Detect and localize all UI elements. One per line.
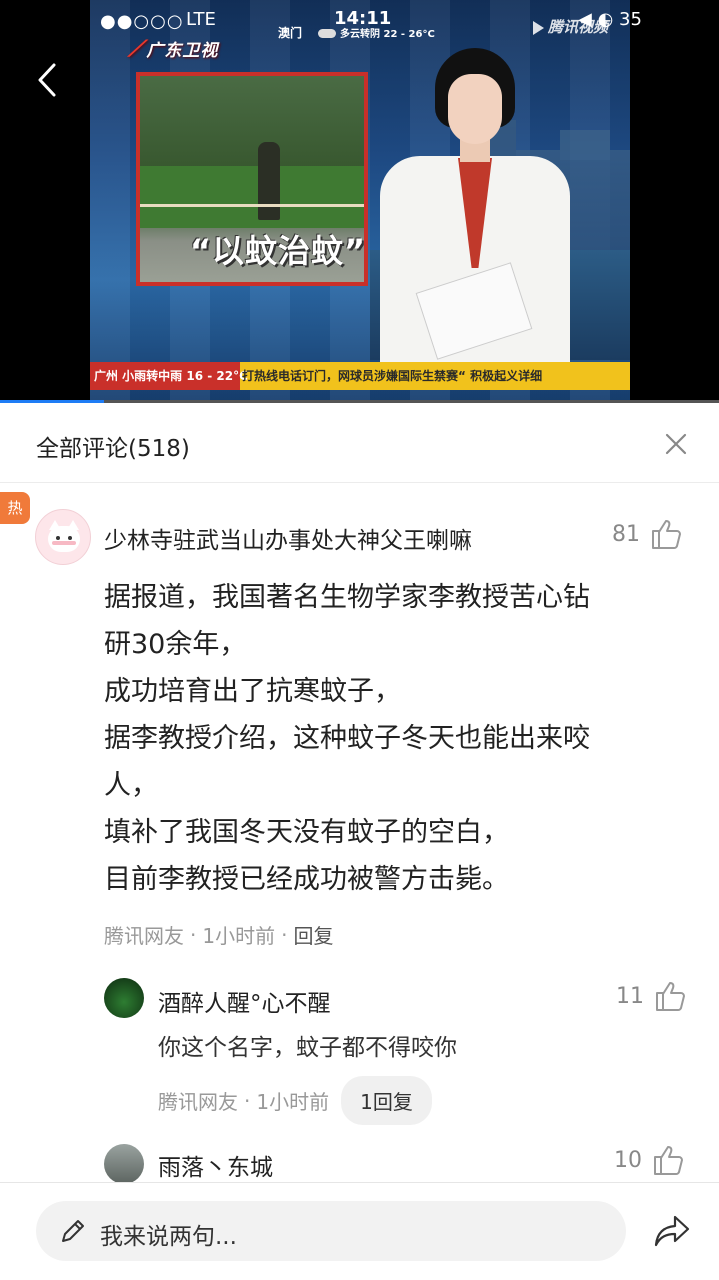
comment-source: 腾讯网友 — [104, 924, 184, 948]
avatar[interactable] — [104, 978, 144, 1018]
comment-line: 填补了我国冬天没有蚊子的空白， — [104, 817, 509, 848]
battery-status: ◀ ◐ 35 — [578, 9, 642, 30]
close-icon[interactable] — [663, 431, 689, 457]
news-ticker: 广州 小雨转中雨 16 - 22°C 打热线电话订门，网球员涉嫌国际生禁赛“ 积… — [90, 362, 630, 390]
share-icon[interactable] — [653, 1213, 691, 1249]
like-button[interactable]: 81 — [612, 518, 684, 550]
reply-meta: 腾讯网友 · 1小时前 1回复 — [158, 1076, 432, 1125]
reply-username[interactable]: 酒醉人醒°心不醒 — [158, 984, 331, 1018]
reply-username[interactable]: 雨落丶东城 — [158, 1148, 273, 1182]
like-button[interactable]: 10 — [614, 1144, 686, 1176]
like-button[interactable]: 11 — [616, 980, 688, 1012]
comment-input-placeholder: 我来说两句... — [100, 1224, 237, 1250]
comment-line: 据李教授介绍，这种蚊子冬天也能出来咬 — [104, 723, 590, 754]
like-count: 81 — [612, 521, 640, 547]
reply-source: 腾讯网友 — [158, 1090, 238, 1114]
comment-line: 目前李教授已经成功被警方击毙。 — [104, 864, 509, 895]
comments-title: 全部评论(518) — [36, 436, 190, 462]
ticker-weather: 广州 小雨转中雨 16 - 22°C — [90, 362, 248, 390]
network-type: LTE — [186, 9, 216, 30]
news-anchor — [380, 48, 570, 376]
clock: 14:11 — [334, 8, 392, 29]
back-arrow-icon[interactable] — [36, 62, 58, 98]
ticker-headline: 打热线电话订门，网球员涉嫌国际生禁赛“ 积极起义详细 — [242, 369, 543, 383]
comment-username[interactable]: 少林寺驻武当山办事处大神父王喇嘛 — [104, 521, 472, 555]
comment-time: 1小时前 — [202, 924, 276, 948]
channel-logo-text: 广东卫视 — [146, 41, 219, 61]
comment-line: 成功培育出了抗寒蚊子， — [104, 676, 401, 707]
video-frame: ⟋ 广东卫视 澳门 多云转阴 22 - 26°C 腾讯视频 “以蚊治蚊” 广州 小雨… — [90, 0, 630, 400]
comment-line: 人， — [104, 770, 158, 801]
comments-header: 全部评论(518) — [0, 403, 719, 483]
comment-line: 据报道，我国著名生物学家李教授苦心钻 — [104, 582, 590, 613]
comment-input[interactable]: 我来说两句... — [36, 1201, 626, 1261]
comment-line: 研30余年， — [104, 629, 247, 660]
pencil-icon — [62, 1220, 84, 1242]
avatar[interactable] — [35, 509, 91, 565]
status-bar: ●●○○○ LTE 14:11 ◀ ◐ 35 — [0, 0, 719, 40]
thumbs-up-icon — [656, 982, 685, 1011]
comment-input-bar: 我来说两句... — [0, 1182, 719, 1280]
reply-time: 1小时前 — [256, 1090, 330, 1114]
reply-button[interactable]: 回复 — [293, 920, 333, 949]
video-player[interactable]: ⟋ 广东卫视 澳门 多云转阴 22 - 26°C 腾讯视频 “以蚊治蚊” 广州 小雨… — [0, 0, 719, 403]
thumbs-up-icon — [652, 520, 681, 549]
like-count: 11 — [616, 983, 644, 1009]
hot-badge: 热 — [0, 492, 30, 524]
comment-body: 据报道，我国著名生物学家李教授苦心钻 研30余年， 成功培育出了抗寒蚊子， 据李… — [104, 574, 684, 903]
like-count: 10 — [614, 1147, 642, 1173]
comment-meta: 腾讯网友 · 1小时前 · 回复 — [104, 920, 333, 949]
thumbs-up-icon — [654, 1146, 683, 1175]
sprayer-person — [258, 142, 280, 220]
inset-caption: “以蚊治蚊” — [190, 232, 367, 270]
avatar[interactable] — [104, 1144, 144, 1184]
reply-text: 你这个名字，蚊子都不得咬你 — [158, 1035, 457, 1061]
reply-count-button[interactable]: 1回复 — [341, 1076, 432, 1125]
signal-strength: ●●○○○ — [100, 11, 184, 32]
